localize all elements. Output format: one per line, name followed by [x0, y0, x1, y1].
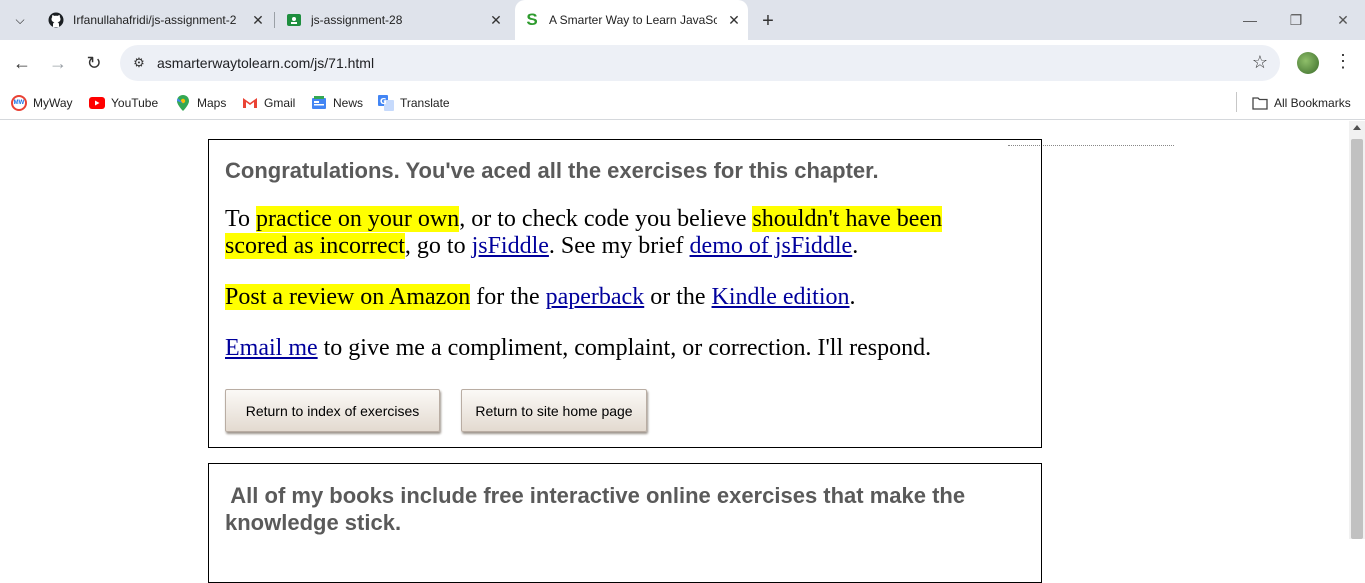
- menu-dots-icon[interactable]: ⋮: [1334, 51, 1352, 72]
- heading-line: All of my books include free interactive…: [225, 483, 966, 508]
- vertical-scrollbar[interactable]: [1349, 121, 1365, 539]
- congrats-box: Congratulations. You've aced all the exe…: [208, 139, 1042, 448]
- practice-paragraph: To practice on your own, or to check cod…: [225, 206, 1025, 260]
- tab-separator: [274, 12, 275, 28]
- text: to give me a compliment, complaint, or c…: [317, 335, 932, 361]
- bookmark-label: YouTube: [111, 96, 159, 110]
- tab-title: A Smarter Way to Learn JavaScr: [549, 13, 717, 27]
- scroll-thumb[interactable]: [1351, 139, 1363, 539]
- books-heading: All of my books include free interactive…: [225, 482, 1025, 536]
- chevron-down-icon: ⌵: [15, 12, 25, 27]
- restore-button[interactable]: ❐: [1284, 8, 1308, 32]
- new-tab-button[interactable]: +: [757, 10, 779, 32]
- maps-icon: [175, 95, 191, 111]
- forward-button[interactable]: →: [46, 51, 70, 75]
- tab-github[interactable]: Irfanullahafridi/js-assignment-2 ✕: [40, 0, 272, 40]
- bookmark-separator: [1236, 92, 1237, 112]
- gmail-icon: [242, 95, 258, 111]
- classroom-icon: [286, 12, 302, 28]
- text: or the: [644, 284, 712, 310]
- close-icon: ✕: [1337, 11, 1349, 28]
- tab-strip: ⌵ Irfanullahafridi/js-assignment-2 ✕ js-…: [0, 0, 1365, 40]
- text: .: [852, 233, 859, 259]
- bookmark-label: Translate: [400, 96, 450, 110]
- text: , or to check code you believe: [459, 206, 753, 232]
- myway-icon: MW: [11, 95, 27, 111]
- jsfiddle-link[interactable]: jsFiddle: [472, 233, 549, 259]
- address-bar[interactable]: ⚙ asmarterwaytolearn.com/js/71.html ☆: [120, 45, 1280, 81]
- bookmark-news[interactable]: News: [311, 93, 363, 113]
- translate-icon: G: [378, 95, 394, 111]
- paperback-link[interactable]: paperback: [546, 284, 645, 310]
- bookmark-label: News: [333, 96, 364, 110]
- tab-smarter-way[interactable]: S A Smarter Way to Learn JavaScr ✕: [515, 0, 748, 40]
- tab-title: js-assignment-28: [311, 13, 403, 27]
- bookmark-label: Gmail: [264, 96, 296, 110]
- url-text[interactable]: asmarterwaytolearn.com/js/71.html: [157, 55, 374, 71]
- back-button[interactable]: ←: [10, 51, 34, 75]
- books-box: All of my books include free interactive…: [208, 463, 1042, 583]
- site-info-icon[interactable]: ⚙: [130, 54, 148, 72]
- return-home-button[interactable]: Return to site home page: [461, 389, 647, 432]
- reload-button[interactable]: ↻: [82, 51, 106, 75]
- highlight: practice on your own: [255, 206, 460, 232]
- text: , go to: [404, 233, 472, 259]
- text: for the: [470, 284, 546, 310]
- bookmarks-bar: MW MyWay YouTube Maps Gmail News G Trans…: [0, 86, 1365, 120]
- close-icon[interactable]: ✕: [725, 11, 743, 29]
- close-icon[interactable]: ✕: [487, 11, 505, 29]
- highlight: scored as incorrect: [225, 233, 405, 259]
- close-window-button[interactable]: ✕: [1331, 8, 1355, 32]
- return-index-button[interactable]: Return to index of exercises: [225, 389, 440, 432]
- congrats-heading: Congratulations. You've aced all the exe…: [225, 158, 879, 183]
- bookmark-label: MyWay: [33, 96, 73, 110]
- minimize-button[interactable]: —: [1238, 8, 1262, 32]
- all-bookmarks[interactable]: All Bookmarks: [1252, 93, 1351, 113]
- tab-search-button[interactable]: ⌵: [6, 6, 34, 34]
- email-link[interactable]: Email me: [225, 335, 318, 361]
- bookmark-youtube[interactable]: YouTube: [89, 93, 158, 113]
- tab-title: Irfanullahafridi/js-assignment-2: [73, 13, 237, 27]
- minimize-icon: —: [1243, 12, 1257, 28]
- text: To: [225, 206, 256, 232]
- email-paragraph: Email me to give me a compliment, compla…: [225, 335, 1025, 362]
- close-icon[interactable]: ✕: [249, 11, 267, 29]
- tab-classroom[interactable]: js-assignment-28 ✕: [278, 0, 510, 40]
- text: . See my brief: [548, 233, 690, 259]
- browser-toolbar: ← → ↻ ⚙ asmarterwaytolearn.com/js/71.htm…: [0, 40, 1365, 86]
- youtube-icon: [89, 95, 105, 111]
- highlight: Post a review on Amazon: [225, 284, 471, 310]
- bookmark-translate[interactable]: G Translate: [378, 93, 450, 113]
- svg-text:G: G: [380, 97, 387, 106]
- restore-icon: ❐: [1289, 11, 1303, 28]
- jsfiddle-demo-link[interactable]: demo of jsFiddle: [690, 233, 853, 259]
- plus-icon: +: [762, 9, 774, 32]
- page-content: Congratulations. You've aced all the exe…: [0, 121, 1349, 583]
- folder-icon: [1252, 95, 1268, 111]
- text: .: [849, 284, 856, 310]
- bookmark-label: Maps: [197, 96, 227, 110]
- profile-avatar[interactable]: [1297, 52, 1319, 74]
- arrow-right-icon: →: [49, 52, 67, 73]
- scroll-up-arrow-icon[interactable]: [1353, 125, 1361, 130]
- kindle-link[interactable]: Kindle edition: [712, 284, 850, 310]
- review-paragraph: Post a review on Amazon for the paperbac…: [225, 284, 1025, 311]
- highlight: shouldn't have been: [752, 206, 943, 232]
- bookmark-star-icon[interactable]: ☆: [1252, 52, 1268, 73]
- smarter-way-icon: S: [526, 10, 538, 29]
- github-icon: [48, 12, 64, 28]
- arrow-left-icon: ←: [13, 52, 31, 73]
- news-icon: [311, 95, 327, 111]
- bookmark-maps[interactable]: Maps: [175, 93, 226, 113]
- heading-line: knowledge stick.: [225, 510, 402, 535]
- reload-icon: ↻: [86, 52, 102, 73]
- bookmark-gmail[interactable]: Gmail: [242, 93, 295, 113]
- bookmark-label: All Bookmarks: [1274, 96, 1351, 110]
- bookmark-myway[interactable]: MW MyWay: [11, 93, 73, 113]
